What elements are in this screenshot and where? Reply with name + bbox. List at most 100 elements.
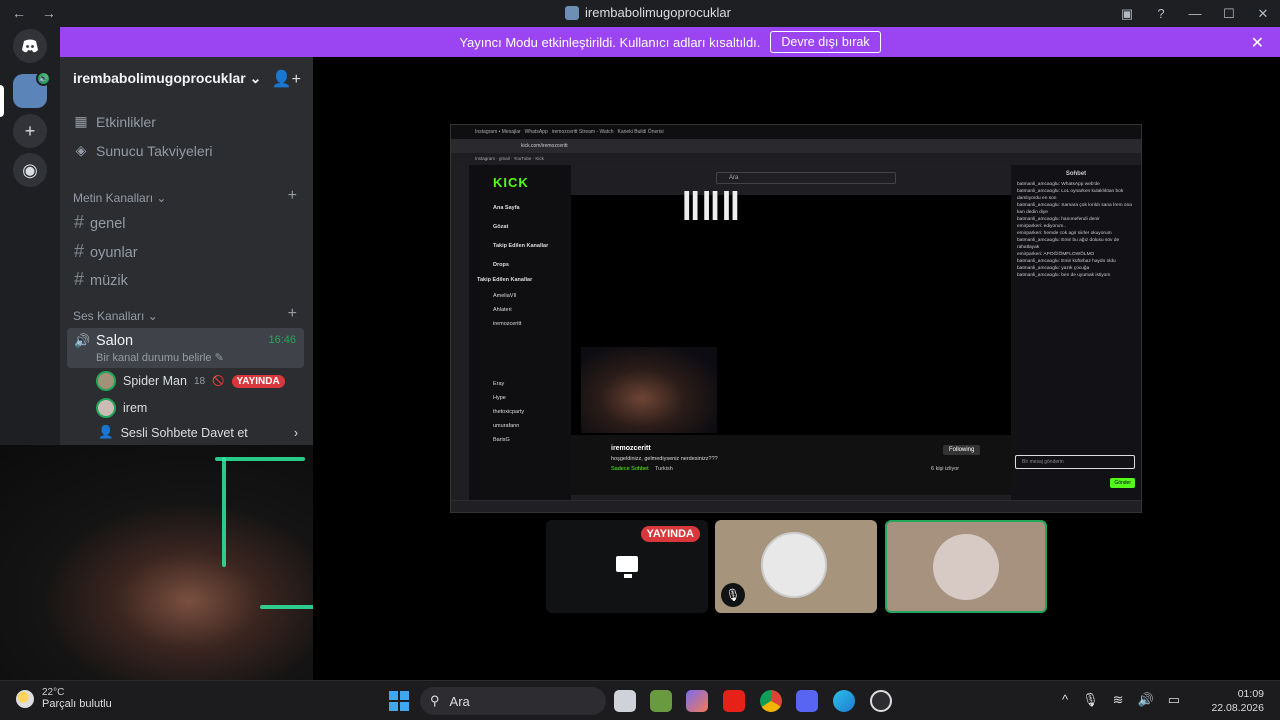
guild-header[interactable]: irembabolimugoprocuklar ⌄ (73, 70, 261, 87)
sidebar-item-events[interactable]: ▦ Etkinlikler (74, 113, 156, 130)
pencil-icon: ✎ (214, 352, 224, 364)
calendar-icon: ▦ (74, 113, 88, 129)
close-icon[interactable]: ✕ (1251, 33, 1264, 53)
channel-oyunlar[interactable]: # oyunlar (74, 241, 138, 262)
chrome-icon[interactable] (760, 690, 782, 712)
add-voice-channel-icon[interactable]: + (288, 305, 297, 323)
steam-icon[interactable] (870, 690, 892, 712)
bookmarks-bar: Instagram · gmail · YouTube · Kick (451, 153, 1141, 165)
avatar (96, 398, 116, 418)
avatar (761, 532, 827, 598)
kick-search: Ara (716, 172, 896, 184)
channel-name: iremozceritt (611, 445, 651, 452)
server-avatar[interactable]: 🔊 (13, 71, 51, 108)
shared-screen[interactable]: Instagram • Mesajlar WhatsApp iremozceri… (450, 124, 1142, 513)
invite-label: Sesli Sohbete Davet et (120, 425, 248, 440)
monitor-icon (616, 556, 638, 578)
weather-widget[interactable]: 22°C Parçalı bulutlu (16, 687, 112, 710)
status-text: Bir kanal durumu belirle (96, 352, 212, 364)
discord-icon[interactable] (796, 690, 818, 712)
category-voice-channels[interactable]: Ses Kanalları ⌄ (73, 309, 158, 323)
stream-category: Sadece Sohbet (611, 466, 649, 472)
sidebar-item-boosts[interactable]: ◈ Sunucu Takviyeleri (74, 142, 213, 159)
compass-icon[interactable]: ◉ (13, 153, 47, 187)
title-bar: ← → irembabolimugoprocuklar ▣ ? — ☐ ✕ (0, 0, 1280, 27)
kick-sidebar: KICK Ana Sayfa Gözat Takip Edilen Kanall… (469, 165, 571, 500)
forward-arrow-icon[interactable]: → (42, 5, 56, 21)
weather-text: Parçalı bulutlu (42, 698, 112, 710)
search-icon: ⚲ (430, 693, 440, 708)
voice-channel-name: Salon (96, 333, 134, 349)
chat-line: batmanli_amcaoglu: hanımefendi denir (1017, 217, 1100, 222)
windows-taskbar: 22°C Parçalı bulutlu ⚲ Ara ^ 🎙 ≋ 🔊 ▭ 01:… (0, 680, 1280, 720)
participant-tile-irem[interactable] (885, 520, 1047, 613)
invite-to-voice[interactable]: 👤 Sesli Sohbete Davet et › (98, 425, 298, 440)
kick-chat: Sohbet batmanli_amcaoglu: WhatsApp web'd… (1011, 165, 1141, 500)
avatar (933, 534, 999, 600)
file-explorer-icon[interactable] (614, 690, 636, 712)
live-badge: YAYINDA (640, 526, 700, 542)
add-server-icon[interactable]: + (13, 114, 47, 148)
stream-title: hoşgeldinizz, gelmediyseniz nerdesinizz?… (611, 456, 718, 462)
category-text-channels[interactable]: Metin Kanalları ⌄ (73, 191, 166, 205)
search-label: Ara (449, 693, 470, 709)
hash-icon: # (74, 212, 85, 232)
volume-icon[interactable]: 🔊 (1138, 692, 1154, 708)
channel-muzik[interactable]: # müzik (74, 269, 128, 290)
inbox-icon[interactable]: ▣ (1110, 6, 1144, 22)
add-user-icon[interactable]: 👤+ (272, 69, 301, 89)
history-nav: ← → (12, 5, 68, 21)
followed-title: Takip Edilen Kanallar (477, 277, 533, 283)
battery-icon[interactable]: ▭ (1168, 692, 1180, 708)
person-icon: 👤 (98, 425, 114, 439)
maximize-button[interactable]: ☐ (1212, 6, 1246, 22)
live-badge: YAYINDA (231, 374, 285, 388)
chat-line: batmanli_amcaoglu: Emir küfürbaz haydo o… (1017, 259, 1116, 264)
streamer-mode-banner: Yayıncı Modu etkinleştirildi. Kullanıcı … (60, 27, 1280, 57)
muted-icon: 🚫 (212, 375, 225, 387)
disable-streamer-mode-button[interactable]: Devre dışı bırak (770, 31, 881, 53)
voice-channel-salon[interactable]: 🔊 Salon Bir kanal durumu belirle ✎ 16:46 (67, 328, 304, 368)
minecraft-icon[interactable] (650, 690, 672, 712)
participant-tile-spider-man[interactable]: 🎙 (715, 520, 877, 613)
followed-list: AmeliaVII Ahlateri iremozceritt Eray Hyp… (493, 289, 524, 447)
tab: Kaneki Buildi Önerisi (617, 129, 664, 135)
back-arrow-icon[interactable]: ← (12, 5, 26, 21)
minimize-button[interactable]: — (1178, 6, 1212, 21)
nav-item: Gözat (493, 224, 509, 230)
edge-icon[interactable] (833, 690, 855, 712)
microphone-icon[interactable]: 🎙 (1082, 692, 1099, 708)
voice-member-irem[interactable]: irem (96, 398, 147, 418)
stream-lang: Turkish (655, 466, 673, 472)
nav-item: Drops (493, 262, 509, 268)
led-strip (215, 457, 305, 461)
help-icon[interactable]: ? (1144, 6, 1178, 21)
chat-messages: batmanli_amcaoglu: WhatsApp web'de batma… (1017, 181, 1135, 279)
copilot-icon[interactable] (686, 690, 708, 712)
add-channel-icon[interactable]: + (288, 187, 297, 205)
time: 01:09 (1237, 688, 1264, 700)
extra-count: 18 (193, 375, 206, 387)
speaker-icon: 🔊 (74, 333, 91, 348)
window-controls: ▣ ? — ☐ ✕ (1110, 0, 1280, 27)
channel-genel[interactable]: # genel (74, 212, 126, 233)
date: 22.08.2026 (1211, 702, 1264, 714)
voice-channel-status[interactable]: Bir kanal durumu belirle ✎ (96, 351, 224, 364)
clock[interactable]: 01:09 22.08.2026 (1211, 687, 1264, 715)
temperature: 22°C (42, 687, 65, 698)
close-button[interactable]: ✕ (1246, 6, 1280, 22)
kick-logo: KICK (493, 175, 529, 190)
youtube-icon[interactable] (723, 690, 745, 712)
wifi-icon[interactable]: ≋ (1113, 692, 1124, 708)
start-button[interactable] (389, 691, 409, 711)
chevron-up-icon[interactable]: ^ (1062, 692, 1068, 708)
dbd-logo: ‖‖‖ (681, 185, 741, 229)
followed-item: Hype (493, 395, 506, 401)
discord-logo-icon[interactable] (13, 29, 47, 63)
voice-stage: Instagram • Mesajlar WhatsApp iremozceri… (313, 57, 1280, 680)
taskbar-search[interactable]: ⚲ Ara (420, 687, 606, 715)
participant-tile-screenshare[interactable]: YAYINDA (546, 520, 708, 613)
chat-line: emirparkeri: ediyorum.. (1017, 224, 1067, 229)
followed-item: thetoxicparty (493, 409, 525, 415)
voice-member-spider-man[interactable]: Spider Man 18 🚫 YAYINDA (96, 371, 285, 391)
